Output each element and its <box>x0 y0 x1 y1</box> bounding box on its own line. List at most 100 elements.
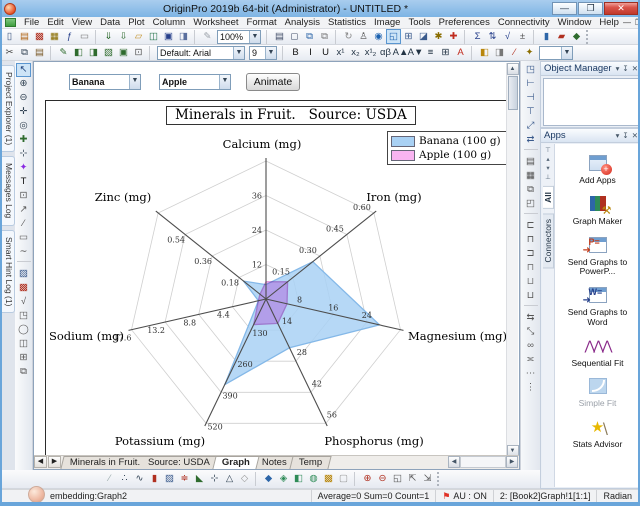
new-project-icon[interactable]: ▯ <box>2 29 17 44</box>
axis-title-magnesium[interactable]: Magnesium (mg) <box>408 329 507 343</box>
fruit1-dropdown[interactable]: Banana▼ <box>69 74 141 90</box>
3d-scatter-dd-icon[interactable]: ◆ <box>261 472 276 487</box>
chevron-down-icon[interactable]: ▼ <box>265 47 276 59</box>
apps-tab-connectors[interactable]: Connectors <box>543 213 554 268</box>
layer-tool-icon[interactable]: ◳ <box>16 309 31 323</box>
axis-title-sodium[interactable]: Sodium (mg) <box>49 329 124 343</box>
object-manager-content[interactable] <box>543 78 639 126</box>
new-matrix-icon[interactable]: ▦ <box>47 29 62 44</box>
menu-column[interactable]: Column <box>149 17 190 28</box>
arrange-layers-icon[interactable]: ▦ <box>523 169 538 183</box>
3d-surface-dd-icon[interactable]: ◈ <box>276 472 291 487</box>
window-switcher-icon[interactable] <box>5 18 16 27</box>
template-3d-icon[interactable]: ◇ <box>237 472 252 487</box>
pointer-icon[interactable]: ↖ <box>16 63 31 77</box>
magic-format-icon[interactable]: ✦ <box>522 45 537 60</box>
align-top-icon[interactable]: ⊓ <box>523 261 538 275</box>
digitizer-icon[interactable]: ✎ <box>200 29 215 44</box>
open-excel-icon[interactable]: ◫ <box>146 29 161 44</box>
mask-tool-icon[interactable]: ✦ <box>16 161 31 175</box>
status-au[interactable]: AU : ON <box>453 491 487 501</box>
image-plot-dd-icon[interactable]: ▨ <box>162 472 177 487</box>
format-painter-icon[interactable]: ✎ <box>56 45 71 60</box>
set-values-icon[interactable]: ± <box>515 29 530 44</box>
panel-tab-smart-hint-log-1-[interactable]: Smart Hint Log (1) <box>2 230 15 313</box>
arrow-tool-icon[interactable]: ↗ <box>16 203 31 217</box>
insert-equation-icon[interactable]: √ <box>16 295 31 309</box>
plot-column-mini-icon[interactable]: ▮ <box>539 29 554 44</box>
doc-restore-icon[interactable]: ❐ <box>635 18 640 27</box>
zoom-out-graph-icon[interactable]: ⊖ <box>375 472 390 487</box>
menu-edit[interactable]: Edit <box>43 17 67 28</box>
chevron-down-icon[interactable]: ▼ <box>219 75 230 89</box>
link-layers-icon[interactable]: ∞ <box>523 339 538 353</box>
new-notes-icon[interactable]: ▭ <box>77 29 92 44</box>
zoom-out-icon[interactable]: ⊖ <box>16 91 31 105</box>
font-larger-icon[interactable]: A▲ <box>393 45 408 60</box>
add-left-axis-icon[interactable]: ⊢ <box>523 77 538 91</box>
align-right-icon[interactable]: ⊐ <box>523 247 538 261</box>
subscript-icon[interactable]: x₂ <box>348 45 363 60</box>
pin-icon[interactable]: ↧ <box>622 131 628 140</box>
import-file-icon[interactable]: ⇩ <box>116 29 131 44</box>
menu-data[interactable]: Data <box>96 17 124 28</box>
close-icon[interactable]: ✕ <box>632 131 638 140</box>
hscroll-right-icon[interactable]: ▶ <box>506 456 518 468</box>
italic-icon[interactable]: I <box>303 45 318 60</box>
hscroll-track[interactable] <box>460 456 506 468</box>
save-icon[interactable]: ▣ <box>161 29 176 44</box>
fill-color-icon[interactable]: ◧ <box>477 45 492 60</box>
app-send-ppt[interactable]: P≡➜Send Graphs to PowerP... <box>555 234 640 278</box>
bold-icon[interactable]: B <box>288 45 303 60</box>
menu-view[interactable]: View <box>68 17 96 28</box>
contour-dd-icon[interactable]: ◍ <box>306 472 321 487</box>
print-icon[interactable]: ▤ <box>272 29 287 44</box>
chevron-down-icon[interactable]: ▼ <box>561 47 572 59</box>
chevron-down-icon[interactable]: ▼ <box>233 47 244 59</box>
pin-icon[interactable]: ↧ <box>622 64 628 73</box>
underline-icon[interactable]: U <box>318 45 333 60</box>
merge-tool-icon[interactable]: ⧉ <box>16 365 31 379</box>
fit-page-icon[interactable]: ◱ <box>386 29 401 44</box>
apps-tab-all[interactable]: All <box>543 186 554 209</box>
duplicate-window-icon[interactable]: ⧉ <box>317 29 332 44</box>
scale-out-icon[interactable]: ⇲ <box>420 472 435 487</box>
font-combo[interactable]: Default: Arial▼ <box>157 46 245 60</box>
plot-setup-icon[interactable]: ◪ <box>416 29 431 44</box>
sort-column-icon[interactable]: ⇅ <box>485 29 500 44</box>
draw-object-icon[interactable]: ⊡ <box>16 189 31 203</box>
circle-tool-icon[interactable]: ◯ <box>16 323 31 337</box>
line-tool-icon[interactable]: ∕ <box>16 217 31 231</box>
greek-icon[interactable]: αβ <box>378 45 393 60</box>
distribute-v-icon[interactable]: ⋮ <box>523 381 538 395</box>
fruit2-dropdown[interactable]: Apple▼ <box>159 74 231 90</box>
line-symbol-dd-icon[interactable]: ∿ <box>132 472 147 487</box>
align-bottom-icon[interactable]: ⊔ <box>523 289 538 303</box>
project-explorer-icon[interactable]: ♙ <box>356 29 371 44</box>
insert-graph-icon[interactable]: ▩ <box>16 281 31 295</box>
app-send-word[interactable]: W≡➜Send Graphs to Word <box>555 284 640 328</box>
apps-nav-next-icon[interactable]: ▾ <box>546 164 549 173</box>
new-function-icon[interactable]: ƒ <box>62 29 77 44</box>
doc-tab-graph[interactable]: Graph <box>212 456 259 469</box>
app-stats-advisor[interactable]: ★∖Stats Advisor <box>555 416 640 450</box>
extract-layers-icon[interactable]: ◰ <box>523 197 538 211</box>
menu-analysis[interactable]: Analysis <box>281 17 324 28</box>
app-simple-fit[interactable]: Simple Fit <box>555 375 640 409</box>
copy-page-icon[interactable]: ⧉ <box>302 29 317 44</box>
axis-title-potassium[interactable]: Potassium (mg) <box>115 434 205 448</box>
zoom-combo[interactable]: 100%▼ <box>217 30 261 44</box>
menu-tools[interactable]: Tools <box>404 17 434 28</box>
menu-connectivity[interactable]: Connectivity <box>494 17 554 28</box>
cut-icon[interactable]: ✂ <box>2 45 17 60</box>
align-left-icon[interactable]: ⊏ <box>523 219 538 233</box>
minimize-button[interactable]: — <box>552 2 577 15</box>
panel-tab-project-explorer-1-[interactable]: Project Explorer (1) <box>2 65 15 152</box>
app-add-apps[interactable]: +Add Apps <box>555 152 640 186</box>
menu-file[interactable]: File <box>20 17 43 28</box>
error-bar-dd-icon[interactable]: ≑ <box>177 472 192 487</box>
region-reader-icon[interactable]: ◎ <box>16 119 31 133</box>
statistics-sigma-icon[interactable]: Σ <box>470 29 485 44</box>
theme-organizer-icon[interactable]: ✱ <box>431 29 446 44</box>
highlight-color-icon[interactable]: ◨ <box>492 45 507 60</box>
